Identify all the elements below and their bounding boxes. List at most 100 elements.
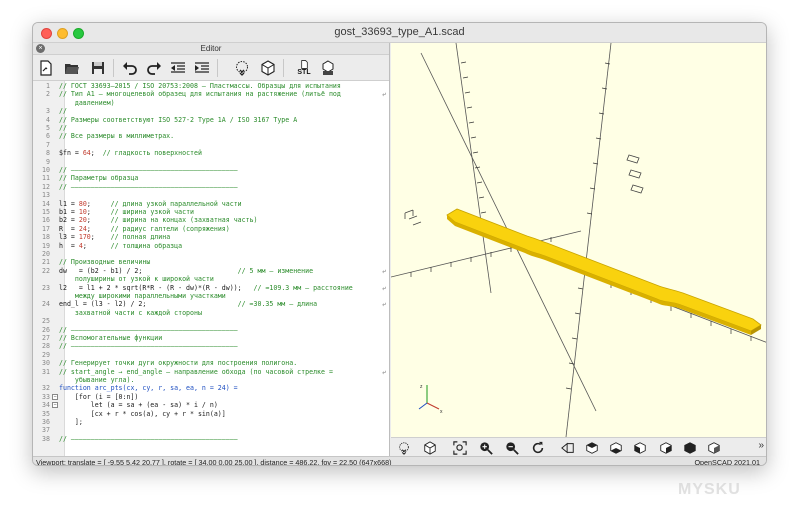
zoom-out-icon[interactable] <box>503 439 520 456</box>
export-stl-icon[interactable]: STL <box>295 59 313 77</box>
code-line[interactable]: 17 R = 24; // радиус галтели (сопряжения) <box>33 225 389 233</box>
code-line[interactable]: 16 b2 = 20; // ширина на концах (захватна… <box>33 216 389 224</box>
undo-icon[interactable] <box>121 59 139 77</box>
comment-token: // радиус галтели (сопряжения) <box>110 224 230 233</box>
tensile-specimen-model[interactable] <box>446 208 762 335</box>
code-editor[interactable]: 1 // ГОСТ 33693—2015 / ISO 20753:2008 — П… <box>33 81 389 456</box>
number-token: 80 <box>78 199 87 208</box>
3d-viewport[interactable]: z x <box>391 43 766 437</box>
svg-text:x: x <box>440 409 443 415</box>
line-number: 37 <box>42 426 50 435</box>
code-line[interactable]: захватной части с каждой стороны <box>33 309 389 317</box>
code-line[interactable]: 5 // <box>33 124 389 132</box>
perspective-icon[interactable] <box>559 439 576 456</box>
code-line[interactable]: 37 <box>33 426 389 434</box>
more-tools-button[interactable]: » <box>758 440 764 451</box>
zoom-fit-icon[interactable] <box>451 439 468 456</box>
code-line[interactable]: 3 // <box>33 107 389 115</box>
code-line[interactable]: 20 <box>33 250 389 258</box>
code-line[interactable]: 12 // ———————————————————————————————————… <box>33 183 389 191</box>
code-line[interactable]: 19 h = 4; // толщина образца <box>33 242 389 250</box>
number-token: 20 <box>78 216 87 225</box>
code-line[interactable]: 8 $fn = 64; // гладкость поверхностей <box>33 149 389 157</box>
code-line[interactable]: 14 l1 = 80; // длина узкой параллельной ч… <box>33 200 389 208</box>
line-number: 36 <box>42 418 50 426</box>
reset-view-icon[interactable] <box>529 439 546 456</box>
code-line[interactable]: 22 dw = (b2 - b1) / 2; // 5 мм — изменени… <box>33 267 389 275</box>
toolbar-separator <box>217 59 218 77</box>
open-folder-icon[interactable] <box>63 59 81 77</box>
code-text: l3 = 170; // полная длина <box>59 233 170 241</box>
line-number: 1 <box>46 82 50 90</box>
comment-token: // ширина на концах (захватная часть) <box>110 216 258 225</box>
code-line[interactable]: 36 ]; <box>33 418 389 426</box>
line-number: 9 <box>46 157 50 166</box>
code-line[interactable]: давлением) <box>33 99 389 107</box>
line-number: 8 <box>46 149 50 158</box>
code-text: между широкими параллельными участками <box>59 292 226 300</box>
top-view-icon[interactable] <box>583 439 600 456</box>
code-line[interactable]: 10 // ———————————————————————————————————… <box>33 166 389 174</box>
line-number: 15 <box>42 208 50 216</box>
line-number: 20 <box>42 250 50 258</box>
code-line[interactable]: 1 // ГОСТ 33693—2015 / ISO 20753:2008 — П… <box>33 82 389 90</box>
send-to-print-icon[interactable] <box>319 59 337 77</box>
indent-icon[interactable] <box>193 59 211 77</box>
code-line[interactable]: 23 l2 = l1 + 2 * sqrt(R*R - (R - dw)*(R -… <box>33 284 389 292</box>
new-file-icon[interactable] <box>37 59 55 77</box>
code-line[interactable]: убывание угла). <box>33 376 389 384</box>
fold-toggle-icon[interactable]: − <box>52 393 58 400</box>
code-line[interactable]: 25 <box>33 317 389 325</box>
render-icon[interactable] <box>259 59 277 77</box>
code-line[interactable]: 32 function arc_pts(cx, cy, r, sa, ea, n … <box>33 384 389 392</box>
line-number: 27 <box>42 334 50 342</box>
code-line[interactable]: между широкими параллельными участками <box>33 292 389 300</box>
line-number: 14 <box>42 199 50 208</box>
code-line[interactable]: 33− [for (i = [0:n]) <box>33 393 389 401</box>
bottom-view-icon[interactable] <box>607 439 624 456</box>
code-line[interactable]: 31 // start_angle → end_angle — направлен… <box>33 368 389 376</box>
code-text: убывание угла). <box>59 376 135 384</box>
redo-icon[interactable] <box>145 59 163 77</box>
code-line[interactable]: 26 // ———————————————————————————————————… <box>33 326 389 334</box>
code-line[interactable]: полуширины от узкой к широкой части <box>33 275 389 283</box>
unindent-icon[interactable] <box>169 59 187 77</box>
code-line[interactable]: 21 // Производные величины <box>33 258 389 266</box>
code-line[interactable]: 30 // Генерирует точки дуги окружности дл… <box>33 359 389 367</box>
line-number: 23 <box>42 283 50 292</box>
code-line[interactable]: 11 // Параметры образца <box>33 174 389 182</box>
code-line[interactable]: 13 <box>33 191 389 199</box>
code-text: R = 24; // радиус галтели (сопряжения) <box>59 225 230 233</box>
code-text: давлением) <box>59 98 115 107</box>
code-text: ]; <box>59 418 83 426</box>
code-text: // Все размеры в миллиметрах. <box>59 132 175 141</box>
code-line[interactable]: 2 // Тип А1 — многоцелевой образец для ис… <box>33 90 389 98</box>
code-line[interactable]: 9 <box>33 158 389 166</box>
preview-icon[interactable] <box>233 59 251 77</box>
code-line[interactable]: 28 // ———————————————————————————————————… <box>33 342 389 350</box>
render-view-icon[interactable] <box>421 439 438 456</box>
view-all-icon[interactable] <box>395 439 412 456</box>
code-line[interactable]: 24 end_l = (l3 - l2) / 2; // ≈30.35 мм — … <box>33 300 389 308</box>
code-line[interactable]: 7 <box>33 141 389 149</box>
code-line[interactable]: 34− let (a = sa + (ea - sa) * i / n) <box>33 401 389 409</box>
code-line[interactable]: 29 <box>33 351 389 359</box>
code-line[interactable]: 27 // Вспомогательные функции <box>33 334 389 342</box>
front-view-icon[interactable] <box>681 439 698 456</box>
code-line[interactable]: 15 b1 = 10; // ширина узкой части <box>33 208 389 216</box>
save-icon[interactable] <box>89 59 107 77</box>
openscad-window: gost_33693_type_A1.scad × Editor STL 1 /… <box>32 22 767 466</box>
code-line[interactable]: 4 // Размеры соответствуют ISO 527-2 Type… <box>33 116 389 124</box>
left-view-icon[interactable] <box>631 439 648 456</box>
code-line[interactable]: 18 l3 = 170; // полная длина <box>33 233 389 241</box>
code-line[interactable]: 6 // Все размеры в миллиметрах. <box>33 132 389 140</box>
code-text: полуширины от узкой к широкой части <box>59 275 214 284</box>
fold-toggle-icon[interactable]: − <box>52 402 58 409</box>
number-token: 170 <box>78 233 91 242</box>
code-line[interactable]: 35 [cx + r * cos(a), cy + r * sin(a)] <box>33 410 389 418</box>
zoom-in-icon[interactable] <box>477 439 494 456</box>
back-view-icon[interactable] <box>705 439 722 456</box>
code-line[interactable]: 38 // ———————————————————————————————————… <box>33 435 389 443</box>
line-number: 30 <box>42 359 50 368</box>
right-view-icon[interactable] <box>657 439 674 456</box>
